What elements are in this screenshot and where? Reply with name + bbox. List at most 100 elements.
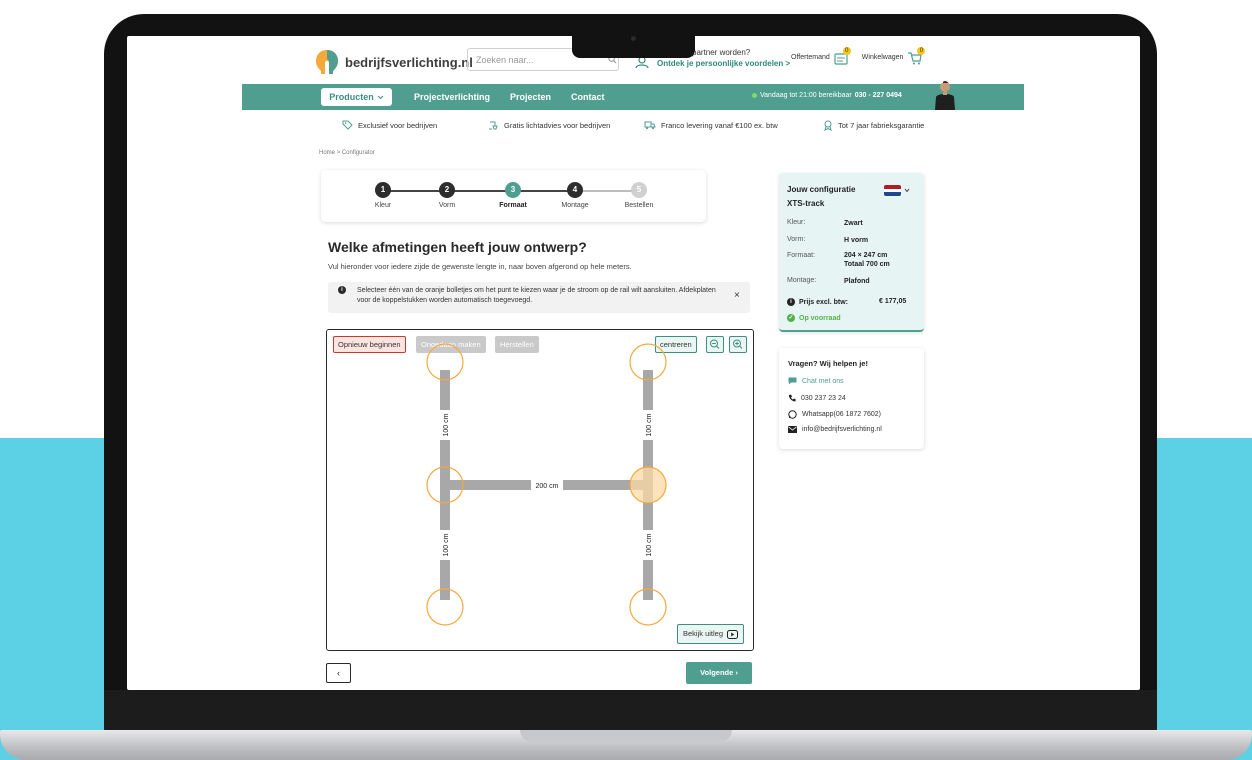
phone-icon — [788, 394, 796, 402]
config-title-line: Jouw configuratie — [787, 185, 856, 194]
info-alert: i Selecteer één van de oranje bolletjes … — [328, 282, 750, 313]
power-point-selected[interactable] — [629, 466, 667, 504]
logo-icon — [316, 50, 338, 74]
products-label: Producten — [329, 92, 374, 102]
config-title: Jouw configuratie XTS-track — [787, 183, 855, 211]
quote-label[interactable]: Offertemand — [791, 54, 830, 61]
cart-button[interactable]: 0 — [908, 47, 926, 65]
chevron-down-icon[interactable] — [904, 188, 910, 193]
chat-text: Chat met ons — [802, 377, 844, 385]
step-formaat[interactable]: 3 Formaat — [483, 182, 543, 209]
segment-label[interactable]: 100 cm — [646, 533, 653, 556]
cart-label[interactable]: Winkelwagen — [862, 54, 904, 61]
dutch-flag-icon[interactable] — [884, 185, 901, 196]
configuration-summary: Jouw configuratie XTS-track Kleur: Zwart… — [779, 173, 924, 332]
explain-label: Bekijk uitleg — [683, 629, 724, 638]
help-card: Vragen? Wij helpen je! Chat met ons 030 … — [779, 348, 924, 449]
usp-item: Gratis lichtadvies voor bedrijven — [488, 120, 610, 130]
price-label: i Prijs excl. btw: — [787, 298, 848, 306]
step-number: 1 — [375, 182, 391, 198]
award-icon — [824, 120, 832, 131]
segment-label[interactable]: 200 cm — [536, 483, 559, 490]
whatsapp-link[interactable]: Whatsapp(06 1872 7602) — [788, 410, 881, 419]
usp-label: Franco levering vanaf €100 ex. btw — [661, 120, 778, 130]
usp-label: Tot 7 jaar fabrieksgarantie — [838, 121, 925, 130]
email-link[interactable]: info@bedrijfsverlichting.nl — [788, 426, 882, 433]
truck-icon — [644, 121, 656, 130]
nav-contact[interactable]: Contact — [571, 92, 605, 102]
play-icon — [727, 629, 739, 639]
phone-text: 030 237 23 24 — [801, 394, 846, 402]
step-vorm[interactable]: 2 Vorm — [417, 182, 477, 209]
info-icon: i — [338, 286, 346, 294]
step-label: Vorm — [438, 202, 456, 209]
chat-icon — [788, 377, 797, 385]
usp-label: Gratis lichtadvies voor bedrijven — [504, 120, 611, 130]
step-label: Formaat — [499, 202, 527, 209]
products-menu-button[interactable]: Producten — [321, 88, 392, 106]
config-value: 204 × 247 cm Totaal 700 cm — [844, 251, 890, 269]
step-number: 5 — [631, 182, 647, 198]
explain-video-button[interactable]: Bekijk uitleg — [677, 624, 745, 644]
config-value: H vorm — [844, 237, 869, 244]
phone-link[interactable]: 030 237 23 24 — [788, 394, 846, 402]
product-name: XTS-track — [787, 199, 825, 208]
step-kleur[interactable]: 1 Kleur — [353, 182, 413, 209]
step-montage[interactable]: 4 Montage — [545, 182, 605, 209]
step-label: Montage — [561, 202, 589, 209]
cart-count-badge: 0 — [917, 47, 926, 55]
email-text: info@bedrijfsverlichting.nl — [802, 426, 882, 433]
h-shape-drawing[interactable]: 100 cm 100 cm 100 cm 100 cm 200 cm — [327, 330, 753, 650]
availability-text: Vandaag tot 21:00 bereikbaar — [760, 92, 852, 99]
laptop-hinge-notch — [520, 730, 732, 742]
breadcrumb[interactable]: Home > Configurator — [319, 150, 375, 156]
camera-notch — [572, 26, 695, 58]
help-title: Vragen? Wij helpen je! — [788, 359, 868, 368]
header-actions: Offertemand 0 Winkelwagen 0 — [791, 47, 926, 65]
price-value: € 177,05 — [879, 298, 907, 305]
online-dot-icon — [752, 93, 757, 98]
step-number: 4 — [567, 182, 583, 198]
page-subtitle: Vul hieronder voor iedere zijde de gewen… — [328, 262, 632, 271]
step-label: Bestellen — [624, 202, 654, 209]
stock-text: Op voorraad — [799, 314, 841, 322]
availability-info: Vandaag tot 21:00 bereikbaar 030 - 227 0… — [752, 92, 902, 99]
logo-text: bedrijfsverlichting.nl — [345, 54, 473, 70]
next-button[interactable]: Volgende › — [686, 662, 752, 684]
usp-item: Franco levering vanaf €100 ex. btw — [644, 120, 778, 130]
back-button[interactable]: ‹ — [326, 663, 351, 683]
config-label: Formaat: — [787, 252, 816, 259]
configurator-steps: 1 Kleur 2 Vorm 3 Formaat 4 Montage 5 Bes… — [321, 170, 706, 222]
segment-label[interactable]: 100 cm — [443, 533, 450, 556]
logo[interactable]: bedrijfsverlichting.nl — [315, 49, 473, 75]
nav-phone-number[interactable]: 030 - 227 0494 — [855, 92, 902, 99]
step-label: Kleur — [374, 202, 392, 209]
shape-editor-canvas[interactable]: Opnieuw beginnen Ongedaan maken Herstell… — [326, 329, 754, 651]
laptop-screen: bedrijfsverlichting.nl Zoeken naar... sp… — [127, 36, 1140, 690]
quote-basket[interactable]: 0 — [834, 47, 851, 65]
partner-line-2: Ontdek je persoonlijke voordelen > — [657, 59, 791, 68]
support-agent-avatar — [935, 80, 955, 110]
price-label-text: Prijs excl. btw: — [799, 298, 849, 306]
config-value: Zwart — [844, 220, 863, 227]
step-number: 2 — [439, 182, 455, 198]
segment-label[interactable]: 100 cm — [443, 413, 450, 436]
whatsapp-icon — [788, 410, 797, 419]
main-nav: Producten Projectverlichting Projecten C… — [242, 80, 1024, 110]
close-icon[interactable]: × — [734, 290, 740, 301]
config-size: 204 × 247 cm — [844, 252, 888, 259]
config-label: Vorm: — [787, 236, 806, 243]
usp-item: Tot 7 jaar fabrieksgarantie — [823, 120, 924, 131]
chat-link[interactable]: Chat met ons — [788, 377, 844, 385]
config-value: Plafond — [844, 278, 870, 285]
config-label: Kleur: — [787, 219, 806, 226]
nav-projecten[interactable]: Projecten — [510, 92, 551, 102]
stock-status: ✓ Op voorraad — [787, 314, 841, 322]
laptop-chin — [104, 690, 1157, 734]
config-total: Totaal 700 cm — [844, 261, 890, 268]
camera-icon — [631, 36, 636, 41]
info-text: Selecteer één van de oranje bolletjes om… — [357, 287, 716, 304]
tag-icon — [342, 120, 353, 130]
nav-projectverlichting[interactable]: Projectverlichting — [414, 92, 490, 102]
segment-label[interactable]: 100 cm — [646, 413, 653, 436]
